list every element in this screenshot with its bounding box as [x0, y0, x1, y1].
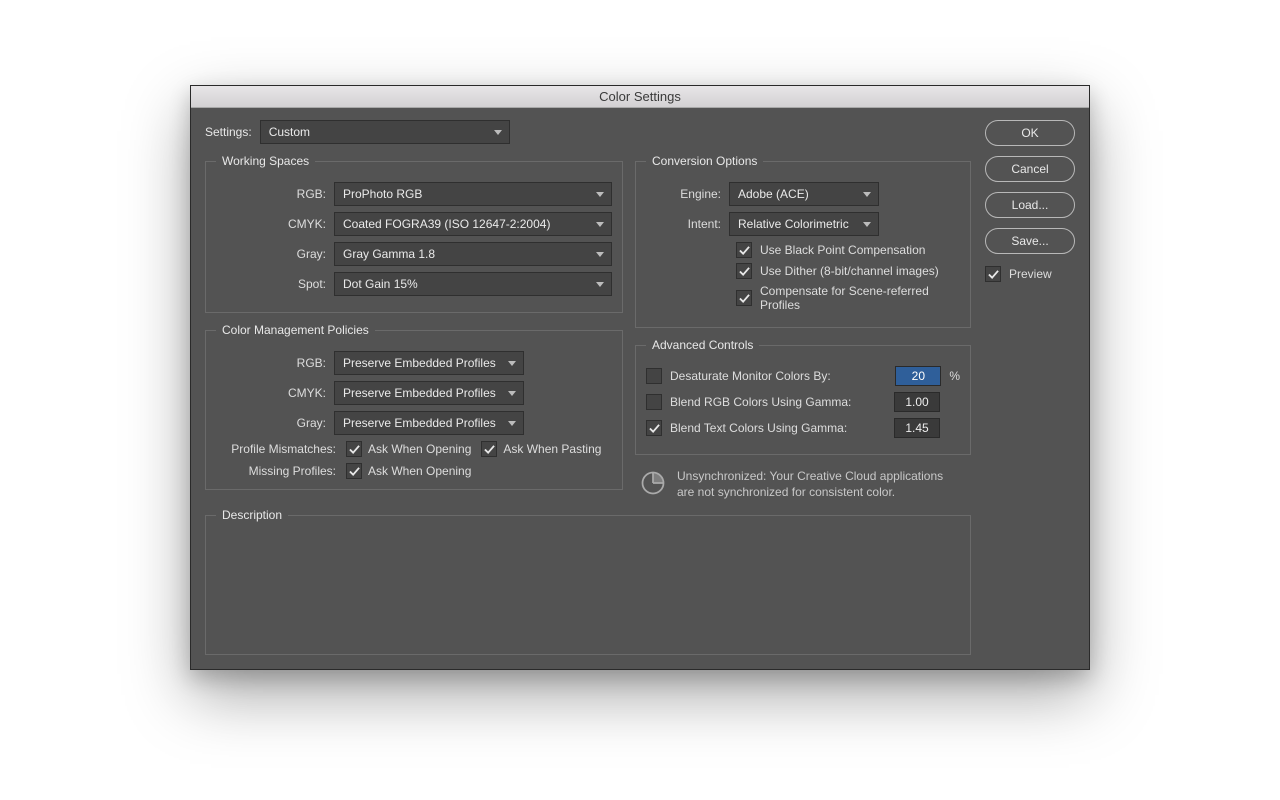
- preview-label: Preview: [1009, 267, 1052, 281]
- blend-text-input[interactable]: 1.45: [894, 418, 940, 438]
- blend-rgb-label: Blend RGB Colors Using Gamma:: [670, 395, 886, 409]
- conversion-options-group: Conversion Options Engine: Adobe (ACE) I…: [635, 154, 971, 328]
- missing-ask-open: Ask When Opening: [346, 463, 471, 479]
- dither-label: Use Dither (8-bit/channel images): [760, 264, 939, 278]
- pol-cmyk-label: CMYK:: [216, 386, 326, 400]
- desaturate-checkbox[interactable]: [646, 368, 662, 384]
- blend-rgb-checkbox[interactable]: [646, 394, 662, 410]
- pol-rgb-select[interactable]: Preserve Embedded Profiles: [334, 351, 524, 375]
- ask-open-label: Ask When Opening: [368, 442, 471, 456]
- columns: Working Spaces RGB: ProPhoto RGB CMYK: C…: [205, 154, 971, 500]
- desaturate-label: Desaturate Monitor Colors By:: [670, 369, 887, 383]
- engine-select[interactable]: Adobe (ACE): [729, 182, 879, 206]
- settings-label: Settings:: [205, 125, 252, 139]
- missing-label: Missing Profiles:: [216, 464, 336, 478]
- ws-rgb-label: RGB:: [216, 187, 326, 201]
- intent-label: Intent:: [646, 217, 721, 231]
- dither-checkbox[interactable]: [736, 263, 752, 279]
- blend-text-checkbox[interactable]: [646, 420, 662, 436]
- save-button[interactable]: Save...: [985, 228, 1075, 254]
- working-spaces-group: Working Spaces RGB: ProPhoto RGB CMYK: C…: [205, 154, 623, 313]
- compensate-label: Compensate for Scene-referred Profiles: [760, 284, 960, 312]
- mismatch-ask-open: Ask When Opening: [346, 441, 471, 457]
- dialog-body: Settings: Custom Working Spaces RGB: Pro…: [191, 108, 1089, 669]
- policies-legend: Color Management Policies: [216, 323, 375, 337]
- color-management-policies-group: Color Management Policies RGB: Preserve …: [205, 323, 623, 490]
- ws-cmyk-select[interactable]: Coated FOGRA39 (ISO 12647-2:2004): [334, 212, 612, 236]
- right-column: Conversion Options Engine: Adobe (ACE) I…: [635, 154, 971, 500]
- side-buttons: OK Cancel Load... Save... Preview: [985, 120, 1075, 655]
- profile-mismatches-row: Profile Mismatches: Ask When Opening Ask…: [216, 441, 612, 457]
- black-point-checkbox[interactable]: [736, 242, 752, 258]
- desaturate-input[interactable]: 20: [895, 366, 941, 386]
- intent-select[interactable]: Relative Colorimetric: [729, 212, 879, 236]
- working-spaces-legend: Working Spaces: [216, 154, 315, 168]
- sync-status: Unsynchronized: Your Creative Cloud appl…: [635, 465, 971, 500]
- desaturate-unit: %: [949, 369, 960, 383]
- load-button[interactable]: Load...: [985, 192, 1075, 218]
- ws-gray-select[interactable]: Gray Gamma 1.8: [334, 242, 612, 266]
- pol-gray-select[interactable]: Preserve Embedded Profiles: [334, 411, 524, 435]
- description-legend: Description: [216, 508, 288, 522]
- settings-select[interactable]: Custom: [260, 120, 510, 144]
- preview-row: Preview: [985, 266, 1075, 282]
- advanced-legend: Advanced Controls: [646, 338, 759, 352]
- conversion-legend: Conversion Options: [646, 154, 763, 168]
- window-title: Color Settings: [191, 86, 1089, 108]
- ws-rgb-select[interactable]: ProPhoto RGB: [334, 182, 612, 206]
- ws-gray-label: Gray:: [216, 247, 326, 261]
- ws-cmyk-label: CMYK:: [216, 217, 326, 231]
- mismatch-ask-paste: Ask When Pasting: [481, 441, 601, 457]
- black-point-label: Use Black Point Compensation: [760, 243, 925, 257]
- blend-rgb-input[interactable]: 1.00: [894, 392, 940, 412]
- settings-row: Settings: Custom: [205, 120, 971, 144]
- cancel-button[interactable]: Cancel: [985, 156, 1075, 182]
- main-column: Settings: Custom Working Spaces RGB: Pro…: [205, 120, 971, 655]
- left-column: Working Spaces RGB: ProPhoto RGB CMYK: C…: [205, 154, 623, 500]
- missing-ask-open-label: Ask When Opening: [368, 464, 471, 478]
- missing-ask-open-checkbox[interactable]: [346, 463, 362, 479]
- compensate-checkbox[interactable]: [736, 290, 752, 306]
- ok-button[interactable]: OK: [985, 120, 1075, 146]
- blend-text-label: Blend Text Colors Using Gamma:: [670, 421, 886, 435]
- missing-profiles-row: Missing Profiles: Ask When Opening: [216, 463, 612, 479]
- description-group: Description: [205, 508, 971, 655]
- advanced-controls-group: Advanced Controls Desaturate Monitor Col…: [635, 338, 971, 455]
- settings-value: Custom: [269, 125, 310, 139]
- sync-icon: [639, 469, 667, 497]
- pol-gray-label: Gray:: [216, 416, 326, 430]
- color-settings-dialog: Color Settings Settings: Custom Working …: [190, 85, 1090, 670]
- ws-spot-label: Spot:: [216, 277, 326, 291]
- pol-rgb-label: RGB:: [216, 356, 326, 370]
- engine-label: Engine:: [646, 187, 721, 201]
- preview-checkbox[interactable]: [985, 266, 1001, 282]
- sync-text: Unsynchronized: Your Creative Cloud appl…: [677, 469, 963, 500]
- pol-cmyk-select[interactable]: Preserve Embedded Profiles: [334, 381, 524, 405]
- mismatch-label: Profile Mismatches:: [216, 442, 336, 456]
- ask-paste-label: Ask When Pasting: [503, 442, 601, 456]
- ask-paste-checkbox[interactable]: [481, 441, 497, 457]
- ws-spot-select[interactable]: Dot Gain 15%: [334, 272, 612, 296]
- ask-open-checkbox[interactable]: [346, 441, 362, 457]
